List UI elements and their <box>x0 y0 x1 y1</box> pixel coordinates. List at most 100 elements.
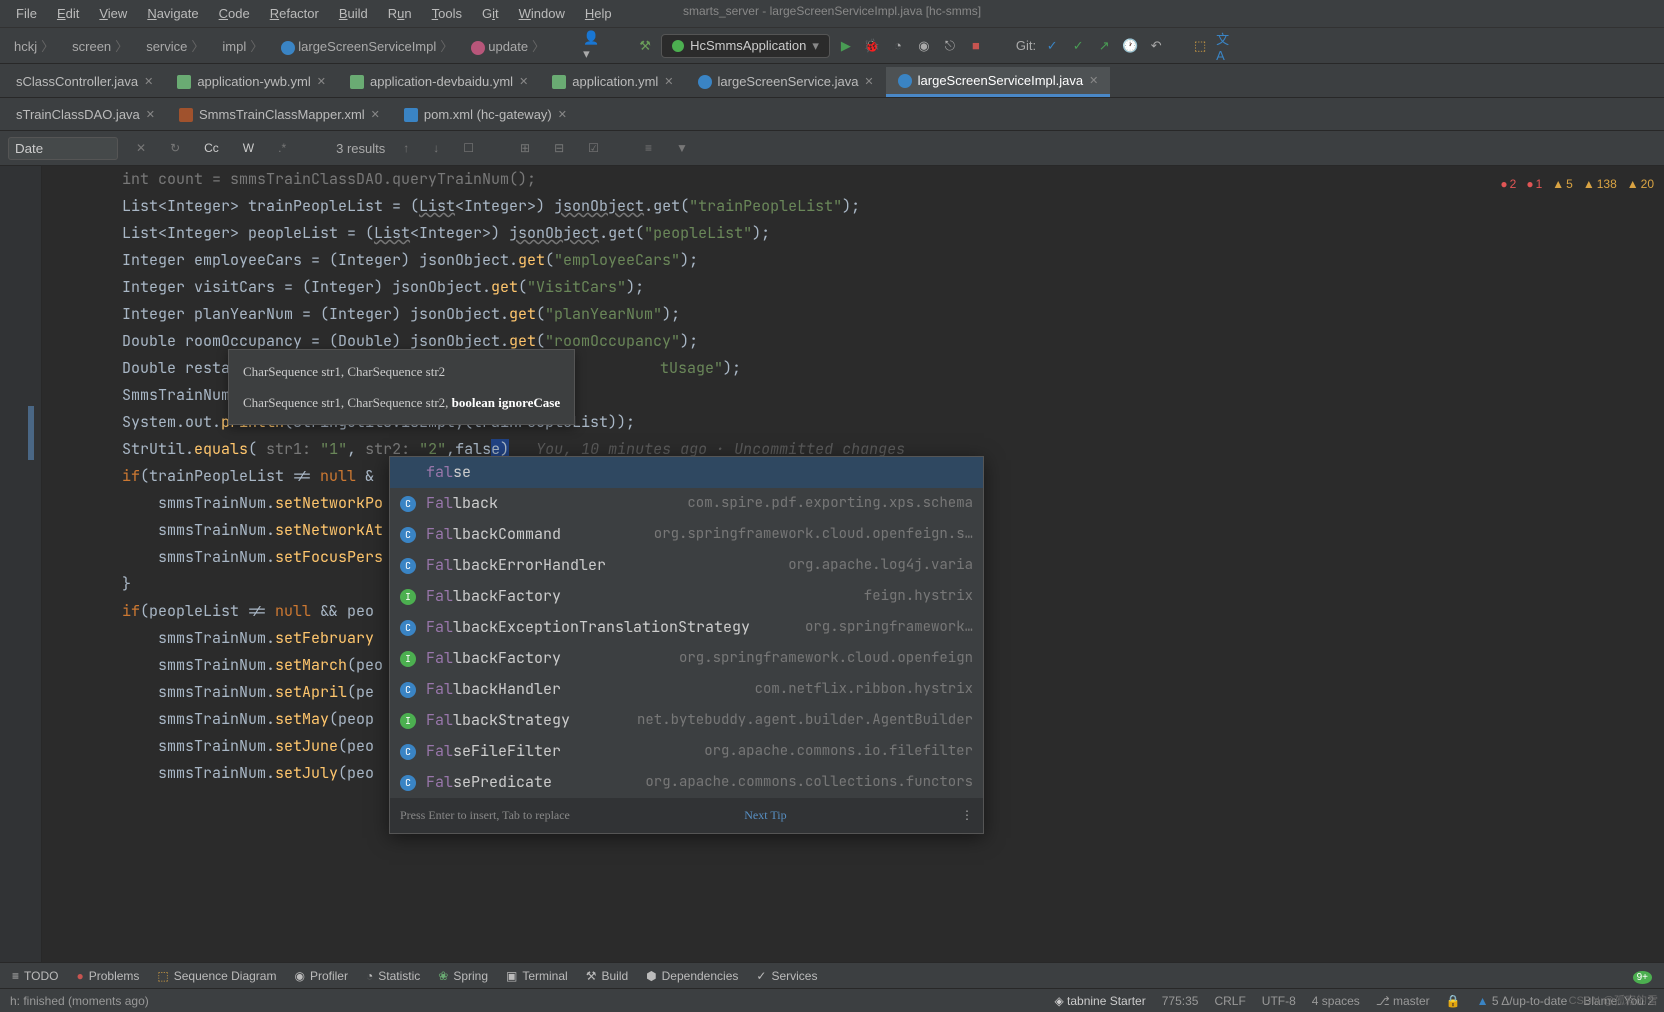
remove-selection-icon[interactable]: ⊟ <box>548 139 570 157</box>
next-match-icon[interactable]: ↓ <box>427 139 445 157</box>
more-icon[interactable]: ⋮ <box>961 802 973 829</box>
menu-build[interactable]: Build <box>331 4 376 23</box>
menu-navigate[interactable]: Navigate <box>139 4 206 23</box>
menu-run[interactable]: Run <box>380 4 420 23</box>
tab-serviceimpl[interactable]: largeScreenServiceImpl.java✕ <box>886 67 1111 97</box>
menu-file[interactable]: File <box>8 4 45 23</box>
tool-statistic[interactable]: ◔ Statistic <box>366 969 420 983</box>
completion-item[interactable]: CFallbackExceptionTranslationStrategyorg… <box>390 612 983 643</box>
tool-todo[interactable]: ≡ TODO <box>12 969 58 983</box>
caret-position[interactable]: 775:35 <box>1162 994 1199 1008</box>
menu-window[interactable]: Window <box>511 4 573 23</box>
completion-item[interactable]: CFallbackCommandorg.springframework.clou… <box>390 519 983 550</box>
user-icon[interactable]: 👤▾ <box>583 36 603 56</box>
completion-item[interactable]: CFallbackErrorHandlerorg.apache.log4j.va… <box>390 550 983 581</box>
find-prev-search-icon[interactable]: ↻ <box>164 139 186 157</box>
filter-align-icon[interactable]: ≡ <box>639 139 658 157</box>
stop-icon[interactable]: ■ <box>966 36 986 56</box>
menu-code[interactable]: Code <box>211 4 258 23</box>
menu-edit[interactable]: Edit <box>49 4 87 23</box>
tool-dependencies[interactable]: ⬢ Dependencies <box>646 969 738 983</box>
tool-sequence[interactable]: ⬚ Sequence Diagram <box>157 969 276 983</box>
next-tip-link[interactable]: Next Tip <box>744 802 786 829</box>
find-close-icon[interactable]: ✕ <box>130 139 152 157</box>
breadcrumb-5[interactable]: update <box>465 34 551 57</box>
vcs-status[interactable]: ▲ 5 Δ/up-to-date <box>1477 994 1568 1008</box>
prev-match-icon[interactable]: ↑ <box>397 139 415 157</box>
breadcrumb-2[interactable]: service <box>140 34 210 57</box>
menu-help[interactable]: Help <box>577 4 620 23</box>
git-commit-icon[interactable]: ✓ <box>1068 36 1088 56</box>
lock-icon[interactable]: 🔒 <box>1446 994 1461 1008</box>
close-icon[interactable]: ✕ <box>864 75 873 88</box>
git-history-icon[interactable]: 🕐 <box>1120 36 1140 56</box>
add-selection-icon[interactable]: ⊞ <box>514 139 536 157</box>
hammer-icon[interactable]: ⚒ <box>635 36 655 56</box>
tool-profiler[interactable]: ◉ Profiler <box>294 969 348 983</box>
indent[interactable]: 4 spaces <box>1312 994 1360 1008</box>
menu-refactor[interactable]: Refactor <box>262 4 327 23</box>
breadcrumb-4[interactable]: largeScreenServiceImpl <box>275 34 459 57</box>
tab-mapper[interactable]: SmmsTrainClassMapper.xml✕ <box>167 101 392 130</box>
completion-item[interactable]: CFallbackHandlercom.netflix.ribbon.hystr… <box>390 674 983 705</box>
tool-terminal[interactable]: ▣ Terminal <box>506 969 568 983</box>
tool-spring[interactable]: ❀ Spring <box>438 969 488 983</box>
tab-pom[interactable]: pom.xml (hc-gateway)✕ <box>392 101 579 130</box>
run-config-selector[interactable]: HcSmmsApplication ▾ <box>661 34 830 58</box>
close-icon[interactable]: ✕ <box>317 75 326 88</box>
completion-item[interactable]: IFallbackFactoryfeign.hystrix <box>390 581 983 612</box>
tool-problems[interactable]: ● Problems <box>76 969 139 983</box>
completion-item[interactable]: CFalseFileFilterorg.apache.commons.io.fi… <box>390 736 983 767</box>
tab-scontroller[interactable]: sClassController.java✕ <box>4 68 165 97</box>
git-update-icon[interactable]: ✓ <box>1042 36 1062 56</box>
menu-view[interactable]: View <box>91 4 135 23</box>
tab-app-devbaidu[interactable]: application-devbaidu.yml✕ <box>338 68 540 97</box>
close-icon[interactable]: ✕ <box>558 108 567 121</box>
completion-item[interactable]: CFallbackcom.spire.pdf.exporting.xps.sch… <box>390 488 983 519</box>
tab-app-ywb[interactable]: application-ywb.yml✕ <box>165 68 338 97</box>
search-everywhere-icon[interactable]: ⬚ <box>1190 36 1210 56</box>
encoding[interactable]: UTF-8 <box>1262 994 1296 1008</box>
close-icon[interactable]: ✕ <box>371 108 380 121</box>
completion-popup[interactable]: falseCFallbackcom.spire.pdf.exporting.xp… <box>389 456 984 834</box>
breadcrumb-1[interactable]: screen <box>66 34 134 57</box>
find-input[interactable] <box>8 137 118 160</box>
gutter[interactable] <box>0 166 42 962</box>
git-branch[interactable]: ⎇ master <box>1376 994 1430 1008</box>
tool-build[interactable]: ⚒ Build <box>586 969 628 983</box>
git-push-icon[interactable]: ↗ <box>1094 36 1114 56</box>
tab-service[interactable]: largeScreenService.java✕ <box>686 68 886 97</box>
git-rollback-icon[interactable]: ↶ <box>1146 36 1166 56</box>
translate-icon[interactable]: 文A <box>1216 36 1236 56</box>
event-badge[interactable]: 9+ <box>1633 971 1652 984</box>
run-icon[interactable]: ▶ <box>836 36 856 56</box>
close-icon[interactable]: ✕ <box>1089 74 1098 87</box>
select-all-icon[interactable]: ☐ <box>457 139 480 157</box>
completion-item[interactable]: CFalsePredicateorg.apache.commons.collec… <box>390 767 983 798</box>
completion-item[interactable]: IFallbackFactoryorg.springframework.clou… <box>390 643 983 674</box>
debug-icon[interactable]: 🐞 <box>862 36 882 56</box>
select-occurrences-icon[interactable]: ☑ <box>582 139 605 157</box>
menu-git[interactable]: Git <box>474 4 507 23</box>
filter-icon[interactable]: ▼ <box>670 139 694 157</box>
coverage-icon[interactable]: ◔ <box>888 36 908 56</box>
attach-icon[interactable]: ⎋ <box>940 36 960 56</box>
tabnine-widget[interactable]: ◈ tabnine Starter <box>1054 994 1145 1008</box>
close-icon[interactable]: ✕ <box>146 108 155 121</box>
completion-item[interactable]: IFallbackStrategynet.bytebuddy.agent.bui… <box>390 705 983 736</box>
close-icon[interactable]: ✕ <box>519 75 528 88</box>
line-separator[interactable]: CRLF <box>1214 994 1245 1008</box>
match-case-button[interactable]: Cc <box>198 139 225 157</box>
editor[interactable]: ●2 ●1 ▲5 ▲138 ▲20 int count = smmsTrainC… <box>0 166 1664 962</box>
regex-button[interactable]: .* <box>272 139 292 157</box>
tab-dao[interactable]: sTrainClassDAO.java✕ <box>4 101 167 130</box>
close-icon[interactable]: ✕ <box>664 75 673 88</box>
profile-icon[interactable]: ◉ <box>914 36 934 56</box>
tab-app-yml[interactable]: application.yml✕ <box>540 68 685 97</box>
breadcrumb-0[interactable]: hckj <box>8 34 60 57</box>
completion-item[interactable]: false <box>390 457 983 488</box>
tool-services[interactable]: ✓ Services <box>756 969 817 983</box>
words-button[interactable]: W <box>237 139 260 157</box>
menu-tools[interactable]: Tools <box>424 4 470 23</box>
close-icon[interactable]: ✕ <box>144 75 153 88</box>
